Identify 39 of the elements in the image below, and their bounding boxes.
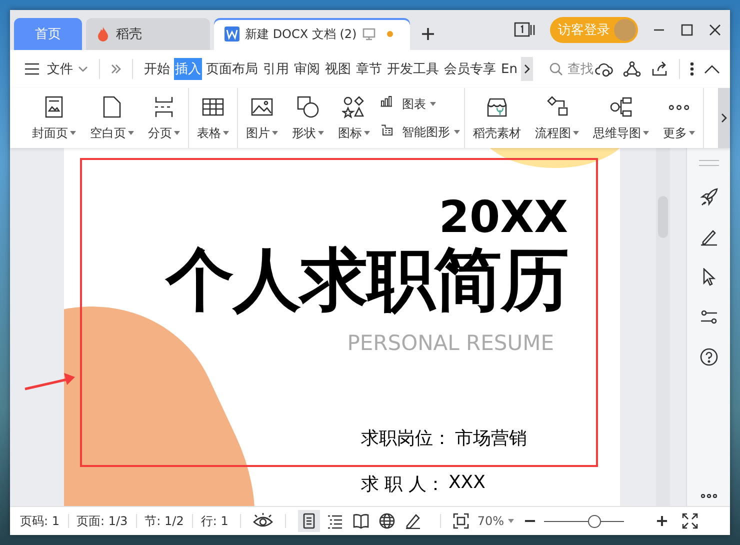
menu-tab[interactable]: 章节 — [355, 58, 383, 80]
menu-tab[interactable]: 会员专享 — [443, 58, 497, 80]
status-text: 页码: 1 — [20, 512, 60, 530]
ribbon-button[interactable]: 空白页 — [86, 94, 138, 142]
tab-title: 新建 DOCX 文档 (2) — [245, 26, 357, 42]
menu-tab[interactable]: 视图 — [324, 58, 352, 80]
ribbon-button[interactable]: 智能图形 — [380, 123, 460, 141]
ribbon-button[interactable]: 图表 — [380, 95, 460, 113]
menu-tab[interactable]: 开始 — [143, 58, 171, 80]
ribbon-button[interactable]: 稻壳素材 — [469, 94, 525, 142]
ribbon-button[interactable]: 分页 — [144, 94, 184, 142]
resume-subtitle: PERSONAL RESUME — [347, 331, 554, 356]
menu-tab[interactable]: 引用 — [262, 58, 290, 80]
ribbon-button[interactable]: 图片 — [242, 94, 282, 142]
resume-title: 个人求职简历 — [166, 244, 568, 320]
ribbon-button[interactable]: 形状 — [288, 94, 328, 142]
ribbon-button[interactable]: 封面页 — [28, 94, 80, 142]
year-heading: 20XX — [438, 194, 568, 242]
field-value: 市场营销 — [455, 427, 527, 450]
status-text: 行: 1 — [200, 512, 228, 530]
field-value: XXX — [448, 472, 486, 496]
ribbon-button[interactable]: 更多 — [659, 94, 699, 142]
ribbon-button[interactable]: 思维导图 — [589, 94, 653, 142]
menu-tab[interactable]: En — [500, 60, 518, 78]
file-menu[interactable]: 文件 — [46, 58, 74, 80]
status-text: 节: 1/2 — [144, 512, 184, 530]
menu-tab[interactable]: 审阅 — [293, 58, 321, 80]
field-label: 求职岗位： — [361, 427, 451, 450]
ribbon-button[interactable]: 流程图 — [531, 94, 583, 142]
tab[interactable]: 稻壳 — [86, 18, 210, 50]
ribbon-button[interactable]: 图标 — [334, 94, 374, 142]
field-label: 求 职 人： — [361, 473, 444, 496]
menu-tab[interactable]: 开发工具 — [386, 58, 440, 80]
menu-tab[interactable]: 页面布局 — [205, 58, 259, 80]
search-field[interactable]: 查找 — [567, 60, 594, 78]
ribbon-button[interactable]: 表格 — [193, 94, 233, 142]
zoom-dropdown[interactable]: 70% — [477, 514, 514, 528]
tab[interactable]: 新建 DOCX 文档 (2) — [214, 18, 410, 50]
status-text: 页面: 1/3 — [76, 512, 128, 530]
